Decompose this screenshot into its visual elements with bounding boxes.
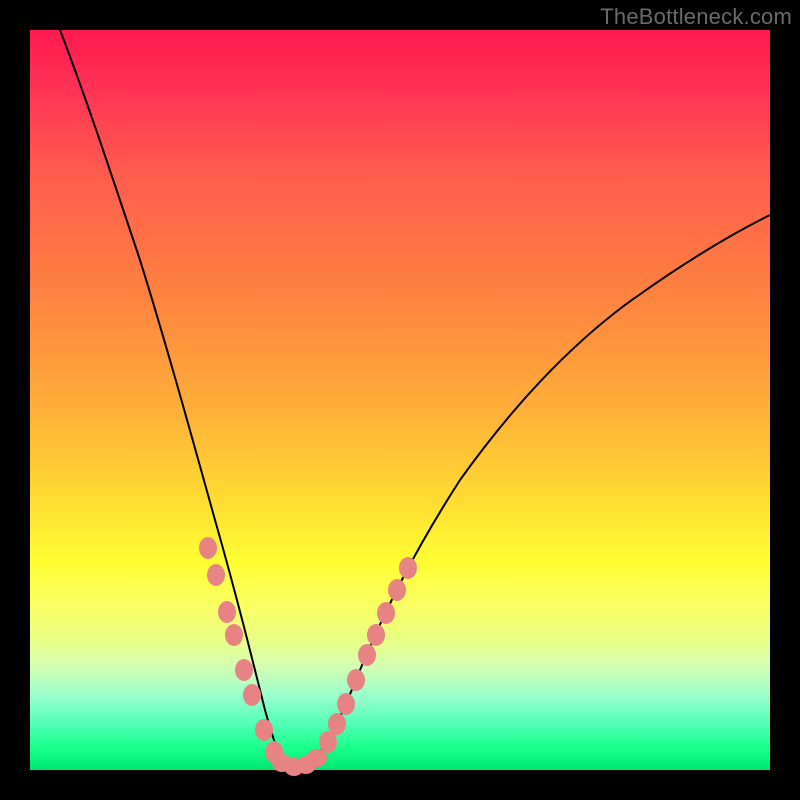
marker-dot <box>377 602 395 624</box>
marker-dot <box>218 601 236 623</box>
watermark-text: TheBottleneck.com <box>600 4 792 30</box>
marker-dot <box>358 644 376 666</box>
marker-dot <box>255 719 273 741</box>
marker-dot <box>225 624 243 646</box>
marker-dot <box>328 713 346 735</box>
marker-dot <box>199 537 217 559</box>
marker-dot <box>399 557 417 579</box>
marker-dot <box>337 693 355 715</box>
marker-dot <box>347 669 365 691</box>
marker-dot <box>243 684 261 706</box>
marker-dot <box>207 564 225 586</box>
curve-svg <box>30 30 770 770</box>
chart-container: TheBottleneck.com <box>0 0 800 800</box>
marker-dot <box>367 624 385 646</box>
marker-dot <box>235 659 253 681</box>
plot-area <box>30 30 770 770</box>
bottleneck-curve <box>60 30 770 769</box>
marker-dot <box>388 579 406 601</box>
